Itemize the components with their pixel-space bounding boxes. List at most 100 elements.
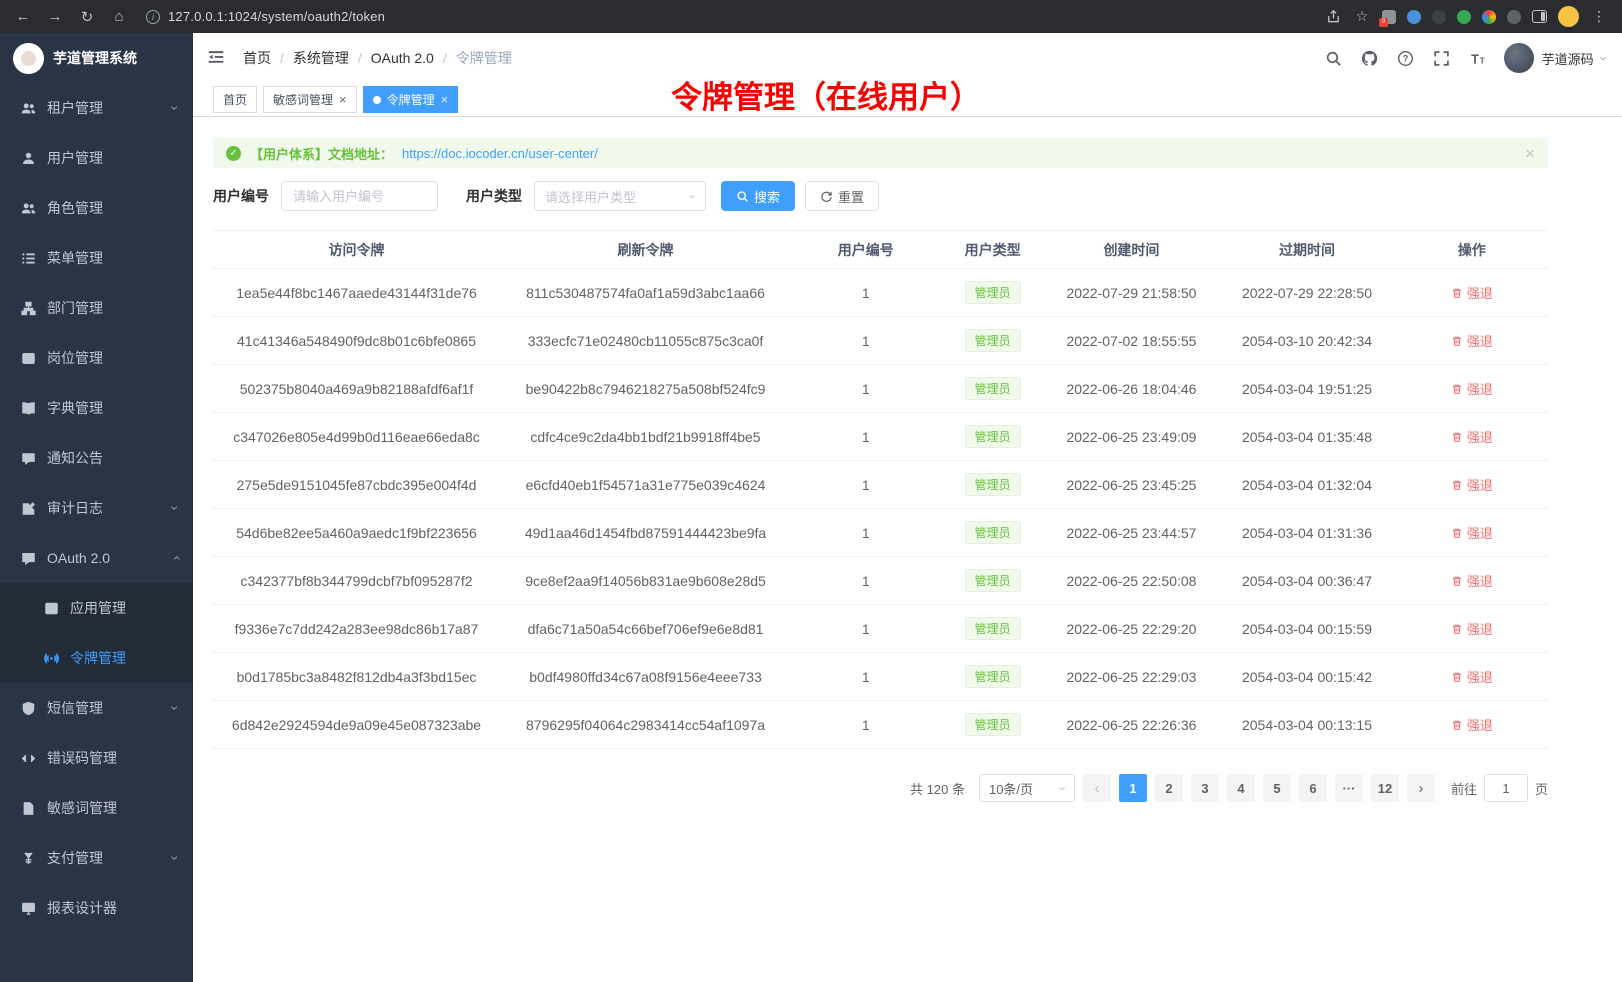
page-button-4[interactable]: 4 bbox=[1227, 774, 1255, 802]
extension-icon-green[interactable] bbox=[1457, 10, 1471, 24]
close-icon[interactable]: × bbox=[339, 93, 347, 106]
force-logout-button[interactable]: 强退 bbox=[1451, 619, 1493, 638]
extension-icon-dark[interactable] bbox=[1432, 10, 1446, 24]
back-icon[interactable]: ← bbox=[10, 4, 36, 30]
force-logout-button[interactable]: 强退 bbox=[1451, 715, 1493, 734]
page-ellipsis[interactable]: ··· bbox=[1335, 774, 1363, 802]
access-token-cell: 502375b8040a469a9b82188afdf6af1f bbox=[213, 365, 500, 413]
goto-page-input[interactable] bbox=[1484, 774, 1528, 802]
force-logout-button[interactable]: 强退 bbox=[1451, 379, 1493, 398]
sidebar-item-dept[interactable]: 部门管理 bbox=[0, 283, 193, 333]
user-id-cell: 1 bbox=[791, 365, 941, 413]
sidebar-item-oauth2-app[interactable]: 应用管理 bbox=[0, 583, 193, 633]
tab-sensitive-word[interactable]: 敏感词管理× bbox=[263, 86, 357, 113]
sidebar-item-report[interactable]: 报表设计器 bbox=[0, 883, 193, 933]
star-icon[interactable]: ☆ bbox=[1353, 8, 1371, 26]
sidebar-item-pay[interactable]: 支付管理› bbox=[0, 833, 193, 883]
topbar: 首页/系统管理/OAuth 2.0/令牌管理 ?TT 芋道源码 › bbox=[193, 33, 1622, 83]
pagination: 共 120 条 10条/页 › ‹ 123456···12 › 前往 页 bbox=[213, 774, 1548, 802]
token-table: 访问令牌刷新令牌用户编号用户类型创建时间过期时间操作 1ea5e44f8bc14… bbox=[213, 230, 1548, 749]
forward-icon[interactable]: → bbox=[42, 4, 68, 30]
next-page-button[interactable]: › bbox=[1407, 774, 1435, 802]
side-panel-icon[interactable] bbox=[1532, 10, 1547, 23]
page-button-2[interactable]: 2 bbox=[1155, 774, 1183, 802]
column-header: 用户编号 bbox=[791, 231, 941, 269]
force-logout-button[interactable]: 强退 bbox=[1451, 283, 1493, 302]
github-icon[interactable] bbox=[1360, 49, 1379, 68]
force-logout-button[interactable]: 强退 bbox=[1451, 427, 1493, 446]
search-button[interactable]: 搜索 bbox=[721, 181, 795, 211]
sidebar-item-dict[interactable]: 字典管理 bbox=[0, 383, 193, 433]
info-icon[interactable]: i bbox=[146, 10, 160, 24]
user-icon bbox=[20, 150, 36, 166]
doc-link[interactable]: https://doc.iocoder.cn/user-center/ bbox=[402, 146, 598, 161]
expire-time-cell: 2054-03-04 01:31:36 bbox=[1218, 509, 1396, 557]
browser-menu-icon[interactable]: ⋮ bbox=[1590, 8, 1608, 26]
user-type-badge: 管理员 bbox=[965, 473, 1021, 496]
breadcrumb-item: 令牌管理 bbox=[456, 48, 512, 68]
sidebar-item-user[interactable]: 用户管理 bbox=[0, 133, 193, 183]
page-button-1[interactable]: 1 bbox=[1119, 774, 1147, 802]
user-type-select[interactable]: 请选择用户类型 › bbox=[534, 181, 706, 211]
user-type-badge: 管理员 bbox=[965, 377, 1021, 400]
sidebar-item-sms[interactable]: 短信管理› bbox=[0, 683, 193, 733]
user-id-input[interactable] bbox=[281, 181, 438, 211]
page-button-5[interactable]: 5 bbox=[1263, 774, 1291, 802]
extension-icon-gray[interactable] bbox=[1507, 10, 1521, 24]
force-logout-button[interactable]: 强退 bbox=[1451, 571, 1493, 590]
breadcrumb-item[interactable]: OAuth 2.0 bbox=[371, 50, 434, 66]
breadcrumb-item[interactable]: 系统管理 bbox=[293, 48, 349, 68]
home-icon[interactable]: ⌂ bbox=[106, 4, 132, 30]
close-icon[interactable]: × bbox=[1525, 145, 1535, 162]
user-id-cell: 1 bbox=[791, 653, 941, 701]
tab-home[interactable]: 首页 bbox=[213, 86, 257, 113]
fullscreen-icon[interactable] bbox=[1432, 49, 1451, 68]
extension-icon-colorful[interactable] bbox=[1482, 10, 1496, 24]
share-icon[interactable] bbox=[1324, 8, 1342, 26]
log-icon bbox=[20, 500, 36, 516]
sidebar-item-audit-log[interactable]: 审计日志› bbox=[0, 483, 193, 533]
page-button-12[interactable]: 12 bbox=[1371, 774, 1399, 802]
prev-page-button[interactable]: ‹ bbox=[1083, 774, 1111, 802]
alert-text: 【用户体系】文档地址： bbox=[250, 144, 393, 163]
close-icon[interactable]: × bbox=[441, 93, 449, 106]
url-bar[interactable]: i 127.0.0.1:1024/system/oauth2/token bbox=[138, 9, 1318, 24]
sidebar-item-menu[interactable]: 菜单管理 bbox=[0, 233, 193, 283]
force-logout-button[interactable]: 强退 bbox=[1451, 331, 1493, 350]
force-logout-button[interactable]: 强退 bbox=[1451, 523, 1493, 542]
sidebar-item-error-code[interactable]: 错误码管理 bbox=[0, 733, 193, 783]
reload-icon[interactable]: ↻ bbox=[74, 4, 100, 30]
force-logout-button[interactable]: 强退 bbox=[1451, 475, 1493, 494]
user-type-badge: 管理员 bbox=[965, 425, 1021, 448]
force-logout-button[interactable]: 强退 bbox=[1451, 667, 1493, 686]
tab-token[interactable]: 令牌管理× bbox=[363, 86, 459, 113]
extension-icon-blue[interactable] bbox=[1407, 10, 1421, 24]
page-button-6[interactable]: 6 bbox=[1299, 774, 1327, 802]
page-size-select[interactable]: 10条/页 › bbox=[979, 774, 1075, 802]
sidebar-item-oauth2-token[interactable]: 令牌管理 bbox=[0, 633, 193, 683]
access-token-cell: b0d1785bc3a8482f812db4a3f3bd15ec bbox=[213, 653, 500, 701]
collapse-sidebar-icon[interactable] bbox=[207, 48, 227, 68]
font-size-icon[interactable]: TT bbox=[1468, 49, 1487, 68]
expire-time-cell: 2054-03-04 01:32:04 bbox=[1218, 461, 1396, 509]
table-row: c347026e805e4d99b0d116eae66eda8ccdfc4ce9… bbox=[213, 413, 1548, 461]
create-time-cell: 2022-06-25 22:50:08 bbox=[1045, 557, 1219, 605]
breadcrumb-item[interactable]: 首页 bbox=[243, 48, 271, 68]
sidebar-item-oauth2[interactable]: OAuth 2.0› bbox=[0, 533, 193, 583]
help-icon[interactable]: ? bbox=[1396, 49, 1415, 68]
user-menu[interactable]: 芋道源码 › bbox=[1504, 43, 1606, 73]
page-button-3[interactable]: 3 bbox=[1191, 774, 1219, 802]
success-icon: ✓ bbox=[226, 146, 241, 161]
sidebar-item-sensitive-word[interactable]: 敏感词管理 bbox=[0, 783, 193, 833]
sidebar-item-notice[interactable]: 通知公告 bbox=[0, 433, 193, 483]
sidebar-item-post[interactable]: 岗位管理 bbox=[0, 333, 193, 383]
search-icon[interactable] bbox=[1324, 49, 1343, 68]
sidebar-item-role[interactable]: 角色管理 bbox=[0, 183, 193, 233]
extension-icon-badged[interactable]: 0 bbox=[1382, 10, 1396, 24]
chevron-down-icon: › bbox=[686, 194, 699, 198]
profile-avatar[interactable] bbox=[1558, 6, 1579, 27]
reset-button[interactable]: 重置 bbox=[805, 181, 879, 211]
browser-actions: ☆ 0 ⋮ bbox=[1324, 6, 1612, 27]
sidebar-item-tenant[interactable]: 租户管理› bbox=[0, 83, 193, 133]
user-type-label: 用户类型 bbox=[466, 186, 522, 206]
